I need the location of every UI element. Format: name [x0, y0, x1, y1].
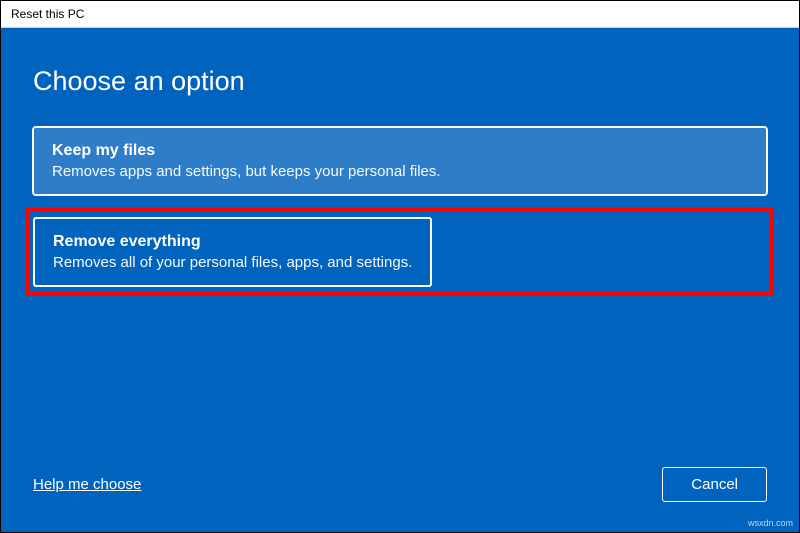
option-title: Keep my files [52, 142, 748, 160]
option-keep-my-files[interactable]: Keep my files Removes apps and settings,… [33, 127, 767, 195]
page-title: Choose an option [33, 66, 767, 97]
window-titlebar: Reset this PC [1, 1, 799, 28]
main-panel: Choose an option Keep my files Removes a… [1, 28, 799, 532]
option-title: Remove everything [53, 233, 412, 251]
bottom-bar: Help me choose Cancel [33, 467, 767, 502]
highlight-annotation: Remove everything Removes all of your pe… [26, 208, 774, 296]
watermark: wsxdn.com [748, 518, 793, 528]
help-me-choose-link[interactable]: Help me choose [33, 476, 141, 493]
cancel-button[interactable]: Cancel [662, 467, 767, 502]
option-remove-everything[interactable]: Remove everything Removes all of your pe… [33, 217, 432, 287]
reset-pc-window: Reset this PC Choose an option Keep my f… [0, 0, 800, 533]
option-description: Removes all of your personal files, apps… [53, 254, 412, 271]
window-title: Reset this PC [11, 7, 84, 21]
options-list: Keep my files Removes apps and settings,… [33, 127, 767, 287]
option-description: Removes apps and settings, but keeps you… [52, 163, 748, 180]
